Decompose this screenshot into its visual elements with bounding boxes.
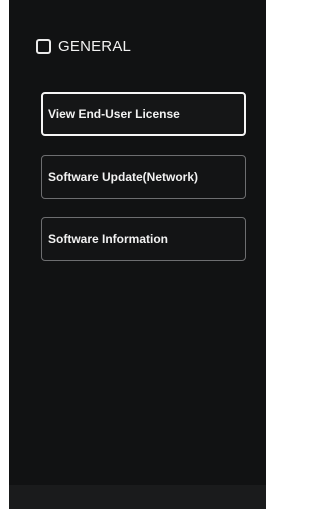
menu-item-label: Software Update(Network) — [48, 170, 199, 184]
section-title: GENERAL — [58, 37, 132, 55]
section-header: GENERAL — [36, 34, 131, 58]
menu-item-label: Software Information — [48, 232, 169, 246]
menu-item-label: View End-User License — [48, 107, 180, 121]
menu-item-view-end-user-license[interactable]: View End-User License — [41, 92, 246, 136]
menu-item-software-update-network[interactable]: Software Update(Network) — [41, 155, 246, 199]
settings-square-icon — [36, 38, 51, 54]
menu-item-software-information[interactable]: Software Information — [41, 217, 246, 261]
panel-bottom-strip — [9, 485, 266, 509]
